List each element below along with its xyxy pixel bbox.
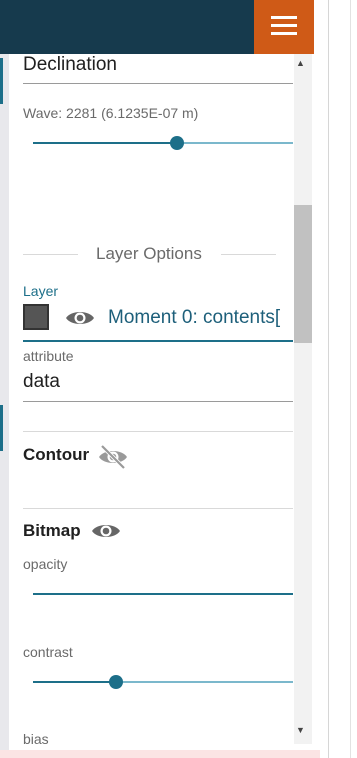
- bottom-notice-strip: [0, 750, 320, 758]
- section-divider: [23, 508, 293, 509]
- eye-icon[interactable]: [65, 308, 95, 328]
- left-gutter: [0, 0, 9, 758]
- left-accent-marker: [0, 405, 3, 451]
- layer-select-value[interactable]: Moment 0: contents[: [108, 307, 280, 329]
- attribute-underline: [23, 401, 293, 402]
- declination-underline: [23, 83, 293, 84]
- layer-options-heading: Layer Options: [96, 244, 202, 263]
- settings-panel: Declination Wave: 2281 (6.1235E-07 m) La…: [9, 54, 314, 750]
- layer-color-swatch[interactable]: [23, 304, 49, 330]
- contour-title: Contour: [23, 445, 90, 464]
- layer-label: Layer: [23, 283, 59, 299]
- attribute-field[interactable]: data: [23, 371, 60, 393]
- menu-button[interactable]: [254, 0, 314, 54]
- opacity-slider-track[interactable]: [33, 593, 293, 595]
- right-divider: [328, 0, 329, 758]
- left-accent-marker: [0, 58, 3, 104]
- bias-label: bias: [23, 731, 49, 747]
- attribute-label: attribute: [23, 348, 74, 364]
- contrast-slider-fill: [33, 681, 117, 683]
- bitmap-title: Bitmap: [23, 521, 81, 540]
- right-divider: [350, 0, 351, 758]
- hamburger-menu-icon: [271, 16, 297, 35]
- wave-label: Wave: 2281 (6.1235E-07 m): [23, 105, 199, 121]
- scrollbar-thumb[interactable]: [294, 205, 312, 343]
- wave-slider-thumb[interactable]: [170, 136, 184, 150]
- declination-field[interactable]: Declination: [23, 54, 117, 76]
- layer-select-underline: [23, 340, 293, 342]
- scroll-up-arrow-icon[interactable]: ▲: [296, 58, 305, 68]
- heading-rule-right: [221, 254, 276, 255]
- eye-icon[interactable]: [91, 521, 121, 541]
- contrast-slider-thumb[interactable]: [109, 675, 123, 689]
- contrast-label: contrast: [23, 644, 73, 660]
- opacity-label: opacity: [23, 556, 68, 572]
- eye-off-icon[interactable]: [98, 444, 128, 470]
- scroll-down-arrow-icon[interactable]: ▼: [296, 725, 305, 735]
- panel-scrollbar[interactable]: [294, 54, 312, 744]
- section-divider: [23, 431, 293, 432]
- wave-slider-fill: [33, 142, 178, 144]
- heading-rule-left: [23, 254, 78, 255]
